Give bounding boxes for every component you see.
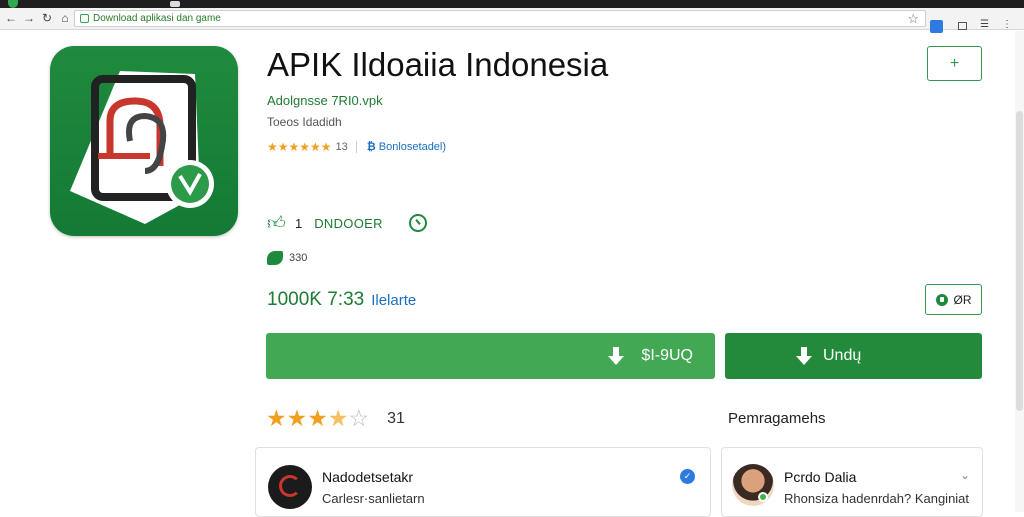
menu-icon[interactable]: ☰ bbox=[980, 19, 989, 30]
eco-row: 330 bbox=[267, 251, 307, 265]
developer-link[interactable]: Adolgnsse 7RI0.vpk bbox=[267, 93, 383, 108]
review-rating: ★★★ ★ ☆ 31 bbox=[266, 405, 405, 432]
online-status-icon bbox=[758, 492, 768, 502]
permissions-heading[interactable]: Pemragamehs bbox=[728, 410, 826, 427]
download-arrow-icon bbox=[795, 346, 813, 366]
price-value: 1000Ƙ 7:33 bbox=[267, 289, 365, 310]
page-scrollbar[interactable] bbox=[1015, 31, 1024, 512]
scrollbar-thumb[interactable] bbox=[1016, 111, 1023, 411]
add-wishlist-button[interactable]: + bbox=[927, 46, 982, 81]
review-star-empty: ☆ bbox=[348, 405, 370, 431]
eco-count: 330 bbox=[289, 252, 308, 264]
price-note[interactable]: Ilelarte bbox=[371, 292, 416, 309]
download-button-label: Undų bbox=[823, 347, 862, 364]
bookmark-star-icon[interactable]: ☆ bbox=[907, 11, 919, 27]
download-arrow-icon bbox=[607, 346, 625, 366]
chevron-down-icon[interactable]: ⌄ bbox=[960, 468, 970, 482]
window-icon[interactable] bbox=[958, 22, 967, 30]
badge-row: 👍︎ 1 DNDOOER bbox=[267, 213, 427, 233]
installs-link[interactable]: Bonlosetadel) bbox=[379, 141, 446, 153]
app-logo-icon bbox=[50, 46, 238, 236]
leaf-icon bbox=[267, 251, 283, 265]
avatar bbox=[268, 465, 312, 509]
verified-icon: ✓ bbox=[680, 469, 695, 484]
browser-toolbar: ← → ↻ ⌂ Download aplikasi dan game ☆ ☰ ⋮ bbox=[0, 8, 1024, 33]
url-text[interactable]: Download aplikasi dan game bbox=[93, 13, 221, 24]
reviewer-subtitle: Carlesr·sanlietarn bbox=[322, 491, 425, 506]
badge-count: 1 bbox=[295, 215, 303, 231]
install-button-label: $I-9UQ bbox=[641, 347, 693, 364]
tab-favicon[interactable] bbox=[8, 0, 18, 8]
reviewer-name: Pcrdo Dalia bbox=[784, 469, 857, 485]
rating-stars: ★★★★★★ bbox=[267, 140, 332, 154]
download-button[interactable]: Undų bbox=[725, 333, 982, 379]
back-icon[interactable]: ← bbox=[4, 11, 18, 25]
badge-label: DNDOOER bbox=[314, 215, 383, 231]
lock-icon bbox=[935, 293, 948, 306]
forward-icon[interactable]: → bbox=[22, 11, 36, 25]
avatar bbox=[732, 464, 774, 506]
install-button[interactable]: $I-9UQ bbox=[266, 333, 715, 379]
rating-summary: ★★★★★★ 13 ₿ Bonlosetadel) bbox=[267, 140, 446, 154]
review-stars-filled: ★★★ bbox=[266, 405, 328, 431]
ok-button-label: ØR bbox=[953, 292, 972, 307]
browser-tab-strip bbox=[0, 0, 1024, 8]
price-row: 1000Ƙ 7:33 Ilelarte bbox=[267, 289, 416, 311]
home-icon[interactable]: ⌂ bbox=[58, 11, 72, 25]
app-category[interactable]: Toeos Idadidh bbox=[267, 115, 342, 129]
ok-button[interactable]: ØR bbox=[925, 284, 982, 315]
divider bbox=[355, 141, 357, 153]
secure-lock-icon bbox=[80, 14, 89, 23]
tab-handle[interactable] bbox=[170, 1, 180, 7]
reload-icon[interactable]: ↻ bbox=[40, 11, 54, 25]
rating-count: 13 bbox=[335, 141, 348, 153]
clock-icon bbox=[408, 214, 427, 232]
reviewer-name: Nadodetsetakr bbox=[322, 469, 414, 485]
thumbs-up-icon: 👍︎ bbox=[267, 213, 286, 233]
review-card[interactable]: Nadodetsetakr ✓ Carlesr·sanlietarn bbox=[255, 447, 711, 517]
address-bar[interactable]: Download aplikasi dan game ☆ bbox=[74, 10, 926, 27]
reviewer-subtitle: Rhonsiza hadenrdah? Kanginiat bbox=[784, 491, 970, 506]
more-icon[interactable]: ⋮ bbox=[1002, 19, 1012, 30]
review-star-half: ★ bbox=[327, 405, 349, 431]
installs-icon: ₿ bbox=[366, 141, 376, 153]
review-count: 31 bbox=[387, 409, 405, 427]
brand-mark-icon bbox=[279, 475, 301, 497]
review-card[interactable]: Pcrdo Dalia ⌄ Rhonsiza hadenrdah? Kangin… bbox=[721, 447, 983, 517]
app-title: APIK Ildoaiia Indonesia bbox=[267, 46, 609, 83]
extension-icon[interactable] bbox=[930, 20, 943, 33]
